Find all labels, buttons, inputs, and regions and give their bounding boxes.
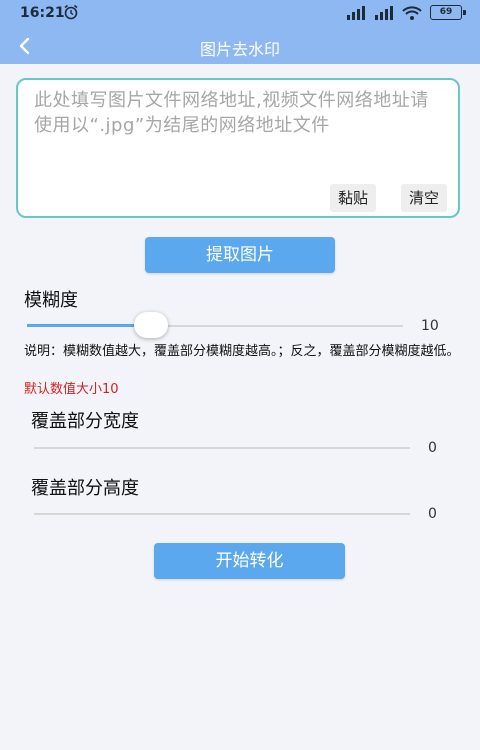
extract-image-button[interactable]: 提取图片 bbox=[145, 237, 335, 273]
cover-width-label: 覆盖部分宽度 bbox=[31, 411, 139, 432]
status-time: 16:21 bbox=[20, 5, 65, 21]
cover-height-label: 覆盖部分高度 bbox=[31, 478, 139, 499]
wifi-icon bbox=[402, 5, 422, 20]
default-value-note: 默认数值大小10 bbox=[24, 382, 119, 397]
battery-icon: 69 bbox=[430, 5, 466, 20]
signal-icon bbox=[375, 5, 393, 20]
cover-width-value: 0 bbox=[428, 440, 437, 456]
blur-slider-fill bbox=[27, 324, 149, 327]
blur-value: 10 bbox=[421, 318, 439, 334]
blur-label: 模糊度 bbox=[24, 290, 78, 311]
description-text: 说明：模糊数值越大，覆盖部分模糊度越高。；反之，覆盖部分模糊度越低。 bbox=[24, 344, 460, 359]
url-input[interactable]: 此处填写图片文件网络地址,视频文件网络地址请使用以“.jpg”为结尾的网络地址文… bbox=[16, 78, 460, 218]
signal-icon bbox=[347, 5, 365, 20]
blur-slider-thumb[interactable] bbox=[134, 312, 168, 338]
alarm-icon bbox=[64, 4, 78, 20]
paste-button[interactable]: 黏贴 bbox=[330, 184, 377, 212]
cover-height-value: 0 bbox=[428, 506, 437, 522]
app-bar: 图片去水印 bbox=[0, 28, 480, 64]
url-input-placeholder[interactable]: 此处填写图片文件网络地址,视频文件网络地址请使用以“.jpg”为结尾的网络地址文… bbox=[34, 88, 444, 138]
start-convert-button[interactable]: 开始转化 bbox=[154, 543, 345, 579]
clear-button[interactable]: 清空 bbox=[401, 184, 448, 212]
cover-height-slider[interactable] bbox=[34, 513, 410, 515]
page-title: 图片去水印 bbox=[199, 40, 280, 59]
cover-width-slider[interactable] bbox=[34, 447, 410, 449]
status-bar: 16:21 69 bbox=[0, 0, 480, 28]
